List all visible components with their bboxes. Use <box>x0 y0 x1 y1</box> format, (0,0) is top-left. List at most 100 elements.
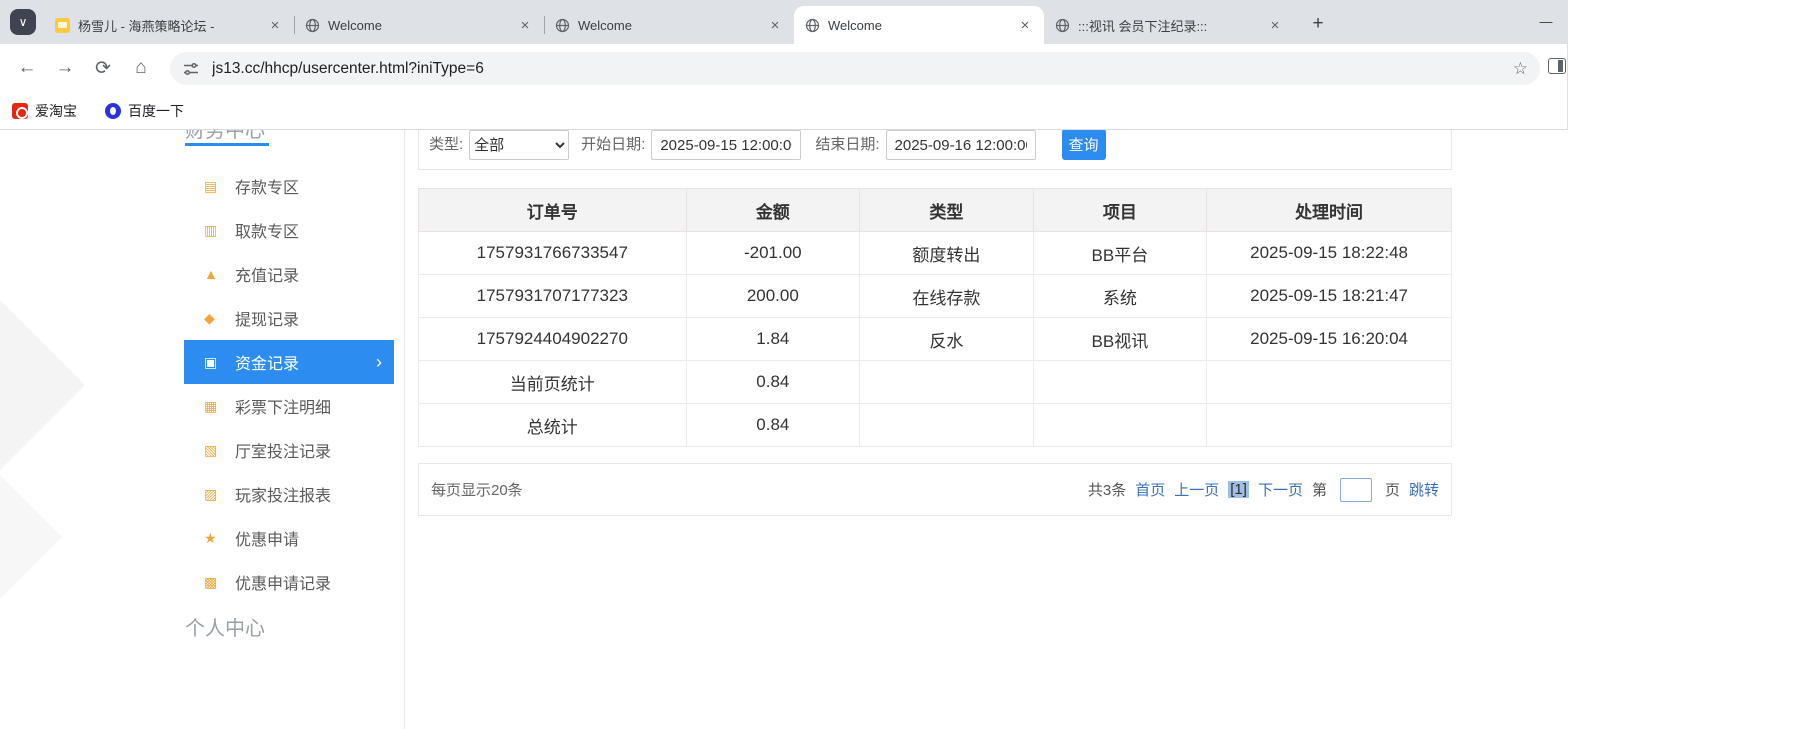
reload-button[interactable]: ⟳ <box>84 49 122 87</box>
col-header-order-no: 订单号 <box>418 188 687 232</box>
first-page-link[interactable]: 首页 <box>1135 479 1165 500</box>
cell-amount: 0.84 <box>685 403 861 447</box>
cell-amount: -201.00 <box>685 231 861 275</box>
main-panel: 类型: 全部 开始日期: 结束日期: 查询 订单号 金额 <box>418 130 1452 729</box>
table-header-row: 订单号 金额 类型 项目 处理时间 <box>418 188 1452 232</box>
promo-records-icon: ▩ <box>204 573 218 590</box>
tab-video-records[interactable]: :::视讯 会员下注纪录::: × <box>1044 6 1294 44</box>
tab-title: :::视讯 会员下注纪录::: <box>1078 18 1208 34</box>
sidebar-item-hall-bet-records[interactable]: ▧ 厅室投注记录 <box>184 428 394 472</box>
cell-empty <box>1032 403 1208 447</box>
close-icon[interactable]: × <box>516 17 534 34</box>
sidebar-heading-underline <box>185 143 269 146</box>
report-icon: ▨ <box>204 485 218 502</box>
forward-icon: → <box>55 57 75 78</box>
tab-welcome-1[interactable]: Welcome × <box>294 6 544 44</box>
filter-bar: 类型: 全部 开始日期: 结束日期: 查询 <box>418 130 1452 170</box>
sidebar-item-recharge-records[interactable]: ▲ 充值记录 <box>184 252 394 296</box>
col-header-type: 类型 <box>859 188 1034 232</box>
tabs-container: 杨雪儿 - 海燕策略论坛 - × Welcome × Welcome × Wel… <box>44 0 1332 44</box>
close-icon[interactable]: × <box>266 17 284 34</box>
bookmarks-bar: 爱淘宝 百度一下 <box>0 92 1567 130</box>
minimize-icon: — <box>1539 13 1553 29</box>
baidu-icon <box>105 102 121 119</box>
tab-forum[interactable]: 杨雪儿 - 海燕策略论坛 - × <box>44 6 294 44</box>
cell-type: 反水 <box>859 317 1034 361</box>
per-page-text: 每页显示20条 <box>431 482 523 499</box>
col-header-amount: 金额 <box>685 188 861 232</box>
bookmark-label: 百度一下 <box>128 102 184 119</box>
cell-process-time: 2025-09-15 16:20:04 <box>1206 317 1452 361</box>
sidebar-item-promo-apply-records[interactable]: ▩ 优惠申请记录 <box>184 560 394 604</box>
tab-title: 杨雪儿 - 海燕策略论坛 - <box>78 18 215 34</box>
records-table: 订单号 金额 类型 项目 处理时间 1757931766733547 -201.… <box>418 188 1452 447</box>
pager-controls: 共3条 首页 上一页 [1] 下一页 第 页 跳转 <box>1088 477 1439 502</box>
sidebar-item-deposit-zone[interactable]: ▤ 存款专区 <box>184 164 394 208</box>
cashout-icon: ◆ <box>204 309 215 326</box>
type-select[interactable]: 全部 <box>469 130 570 160</box>
sidebar-item-label: 提现记录 <box>235 312 300 329</box>
window-minimize-button[interactable]: — <box>1524 0 1568 42</box>
sidebar-item-funds-records[interactable]: ▣ 资金记录 › <box>184 340 394 384</box>
sidebar-item-promo-apply[interactable]: ★ 优惠申请 <box>184 516 394 560</box>
jump-label-pre: 第 <box>1311 482 1327 499</box>
sidebar-item-label: 彩票下注明细 <box>235 400 332 417</box>
close-icon[interactable]: × <box>1266 17 1284 34</box>
forward-button[interactable]: → <box>46 49 84 87</box>
sidebar-item-withdraw-zone[interactable]: ▥ 取款专区 <box>184 208 394 252</box>
table-row: 1757931707177323 200.00 在线存款 系统 2025-09-… <box>418 274 1452 318</box>
cell-project: BB视讯 <box>1032 317 1208 361</box>
table-row: 1757924404902270 1.84 反水 BB视讯 2025-09-15… <box>418 317 1452 361</box>
chevron-right-icon: › <box>376 351 382 372</box>
chevron-down-icon: ∨ <box>18 15 28 29</box>
sidebar-item-label: 存款专区 <box>235 180 300 197</box>
cell-empty <box>1032 360 1208 404</box>
tab-welcome-2[interactable]: Welcome × <box>544 6 794 44</box>
address-bar[interactable]: js13.cc/hhcp/usercenter.html?iniType=6 ☆ <box>170 52 1540 85</box>
end-date-label: 结束日期: <box>815 136 880 153</box>
navigation-bar: ← → ⟳ ⌂ js13.cc/hhcp/usercenter.html?ini… <box>0 44 1567 92</box>
cell-empty <box>859 360 1034 404</box>
sidebar-item-player-bet-report[interactable]: ▨ 玩家投注报表 <box>184 472 394 516</box>
table-row-page-total: 当前页统计 0.84 <box>418 360 1452 404</box>
sidebar-item-label: 优惠申请记录 <box>235 576 332 593</box>
back-button[interactable]: ← <box>8 49 46 87</box>
close-icon[interactable]: × <box>1016 17 1034 34</box>
globe-favicon-icon <box>804 17 820 33</box>
cell-process-time: 2025-09-15 18:21:47 <box>1206 274 1452 318</box>
sidebar-item-lottery-bet-details[interactable]: ▦ 彩票下注明细 <box>184 384 394 428</box>
cell-empty <box>1206 403 1452 447</box>
new-tab-button[interactable]: + <box>1304 10 1332 38</box>
bookmark-taobao[interactable]: 爱淘宝 <box>12 101 77 121</box>
side-panel-icon[interactable] <box>1548 58 1566 74</box>
start-date-label: 开始日期: <box>581 136 646 153</box>
taobao-icon <box>12 102 28 119</box>
cell-type: 在线存款 <box>859 274 1034 318</box>
cell-amount: 0.84 <box>685 360 861 404</box>
cell-order-no: 1757931766733547 <box>418 231 687 275</box>
tab-strip: ∨ 杨雪儿 - 海燕策略论坛 - × Welcome × Welcome × W… <box>0 0 1567 44</box>
close-icon[interactable]: × <box>766 17 784 34</box>
bookmark-star-icon[interactable]: ☆ <box>1513 59 1528 79</box>
search-button[interactable]: 查询 <box>1061 130 1106 160</box>
bookmark-baidu[interactable]: 百度一下 <box>105 101 184 121</box>
sidebar-item-withdrawal-records[interactable]: ◆ 提现记录 <box>184 296 394 340</box>
sidebar-item-label: 充值记录 <box>235 268 300 285</box>
cell-project: BB平台 <box>1032 231 1208 275</box>
cell-label: 当前页统计 <box>418 360 687 404</box>
jump-page-input[interactable] <box>1339 477 1372 502</box>
end-date-input[interactable] <box>885 130 1036 160</box>
home-icon: ⌂ <box>135 57 147 78</box>
tab-welcome-active[interactable]: Welcome × <box>794 6 1044 44</box>
cell-amount: 1.84 <box>685 317 861 361</box>
home-button[interactable]: ⌂ <box>122 49 160 87</box>
url-text[interactable]: js13.cc/hhcp/usercenter.html?iniType=6 <box>212 60 1503 78</box>
tab-search-button[interactable]: ∨ <box>10 9 36 35</box>
globe-favicon-icon <box>554 17 570 33</box>
site-settings-icon[interactable] <box>182 60 200 78</box>
prev-page-link[interactable]: 上一页 <box>1174 479 1219 500</box>
jump-go-link[interactable]: 跳转 <box>1409 479 1439 500</box>
start-date-input[interactable] <box>651 130 802 160</box>
next-page-link[interactable]: 下一页 <box>1258 479 1303 500</box>
sidebar-menu: ▤ 存款专区 ▥ 取款专区 ▲ 充值记录 ◆ 提现记录 ▣ 资金记录 › ▦ 彩… <box>184 164 394 604</box>
